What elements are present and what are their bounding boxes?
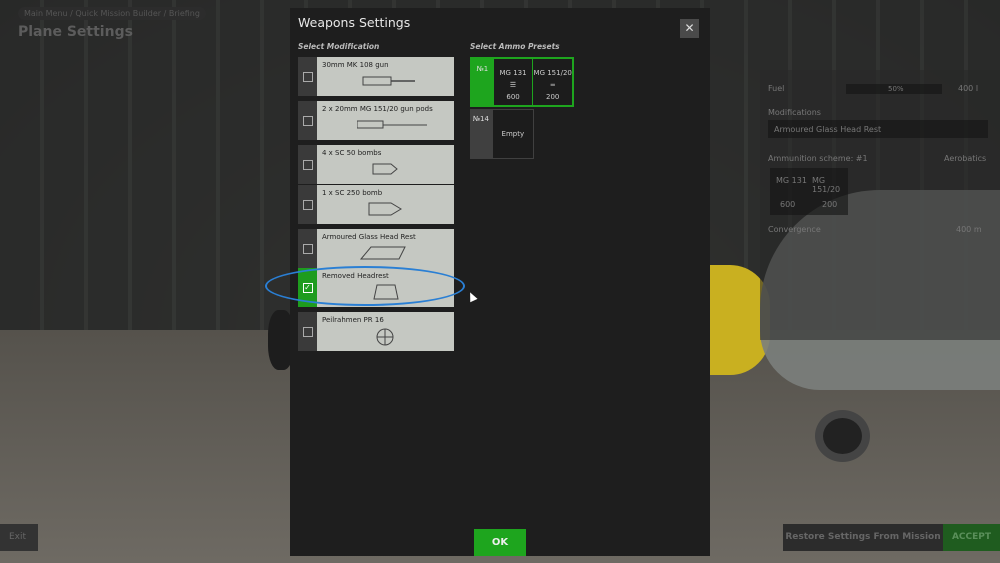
close-button[interactable]: ✕ bbox=[680, 19, 699, 38]
preset-gun: MG 131 ☰ 600 bbox=[493, 59, 533, 105]
page-title: Plane Settings bbox=[18, 24, 133, 40]
modification-item[interactable]: 1 x SC 250 bomb bbox=[298, 185, 454, 224]
modification-icon bbox=[357, 161, 437, 180]
ammo-summary: MG 131 600 MG 151/20 200 bbox=[770, 168, 848, 215]
ammo-preset-value[interactable]: Aerobatics bbox=[944, 154, 986, 163]
annotation-circle bbox=[265, 266, 465, 306]
accept-button[interactable]: ACCEPT bbox=[943, 524, 1000, 551]
fuel-slider[interactable]: 50% bbox=[846, 84, 942, 94]
preset-gun: MG 151/20 ═ 200 bbox=[533, 59, 573, 105]
ammo-preset-1[interactable]: №1 MG 131 ☰ 600 MG 151/20 ═ 200 bbox=[470, 57, 574, 107]
plane-wheel bbox=[815, 410, 870, 462]
checkbox-icon bbox=[302, 199, 313, 210]
modification-checkbox[interactable] bbox=[298, 145, 317, 184]
modification-item[interactable]: Armoured Glass Head Rest bbox=[298, 229, 454, 268]
modifications-label: Modifications bbox=[768, 108, 821, 117]
checkbox-icon bbox=[302, 243, 313, 254]
checkbox-icon bbox=[302, 326, 313, 337]
modification-icon bbox=[356, 117, 437, 136]
ammo-belt-icon: ═ bbox=[550, 81, 555, 89]
ok-button[interactable]: OK bbox=[474, 529, 526, 556]
exit-button[interactable]: Exit bbox=[0, 524, 38, 551]
fuel-value: 400 l bbox=[958, 84, 979, 93]
modification-label: Armoured Glass Head Rest bbox=[322, 233, 416, 241]
preset-number: №14 bbox=[472, 115, 489, 123]
modification-label: 2 x 20mm MG 151/20 gun pods bbox=[322, 105, 433, 113]
modification-checkbox[interactable] bbox=[298, 57, 317, 96]
checkbox-icon bbox=[302, 71, 313, 82]
modification-item[interactable]: 4 x SC 50 bombs bbox=[298, 145, 454, 184]
modification-icon bbox=[357, 245, 437, 264]
restore-settings-button[interactable]: Restore Settings From Mission bbox=[783, 524, 943, 551]
modification-checkbox[interactable] bbox=[298, 312, 317, 351]
modification-label: Peilrahmen PR 16 bbox=[322, 316, 384, 324]
ammo-belt-icon: ☰ bbox=[509, 81, 517, 89]
convergence-value: 400 m bbox=[956, 225, 982, 234]
modification-checkbox[interactable] bbox=[298, 185, 317, 224]
close-icon: ✕ bbox=[684, 21, 695, 35]
fuel-label: Fuel bbox=[768, 84, 785, 93]
modification-label: 30mm MK 108 gun bbox=[322, 61, 389, 69]
plane-settings-panel: Fuel 50% 400 l Modifications Armoured Gl… bbox=[760, 70, 1000, 340]
ammo-preset-14[interactable]: №14 Empty bbox=[470, 109, 534, 159]
modifications-dropdown[interactable]: Armoured Glass Head Rest bbox=[768, 120, 988, 138]
modification-checkbox[interactable] bbox=[298, 229, 317, 268]
modification-label: 1 x SC 250 bomb bbox=[322, 189, 383, 197]
modification-checkbox[interactable] bbox=[298, 101, 317, 140]
preset-number: №1 bbox=[476, 65, 489, 73]
modification-item[interactable]: 2 x 20mm MG 151/20 gun pods bbox=[298, 101, 454, 140]
ammo-scheme-label: Ammunition scheme: #1 bbox=[768, 154, 868, 163]
modification-label: 4 x SC 50 bombs bbox=[322, 149, 382, 157]
dialog-title: Weapons Settings bbox=[298, 15, 411, 30]
checkbox-icon bbox=[302, 159, 313, 170]
modification-icon bbox=[357, 201, 437, 220]
select-modification-heading: Select Modification bbox=[298, 42, 380, 51]
modification-item[interactable]: Peilrahmen PR 16 bbox=[298, 312, 454, 351]
breadcrumb[interactable]: Main Menu / Quick Mission Builder / Brie… bbox=[18, 7, 206, 20]
modification-icon bbox=[357, 73, 437, 92]
checkbox-icon bbox=[302, 115, 313, 126]
preset-empty: Empty bbox=[492, 110, 533, 158]
select-ammo-heading: Select Ammo Presets bbox=[470, 42, 560, 51]
modification-item[interactable]: 30mm MK 108 gun bbox=[298, 57, 454, 96]
modification-icon bbox=[357, 328, 437, 350]
convergence-label: Convergence bbox=[768, 225, 821, 234]
